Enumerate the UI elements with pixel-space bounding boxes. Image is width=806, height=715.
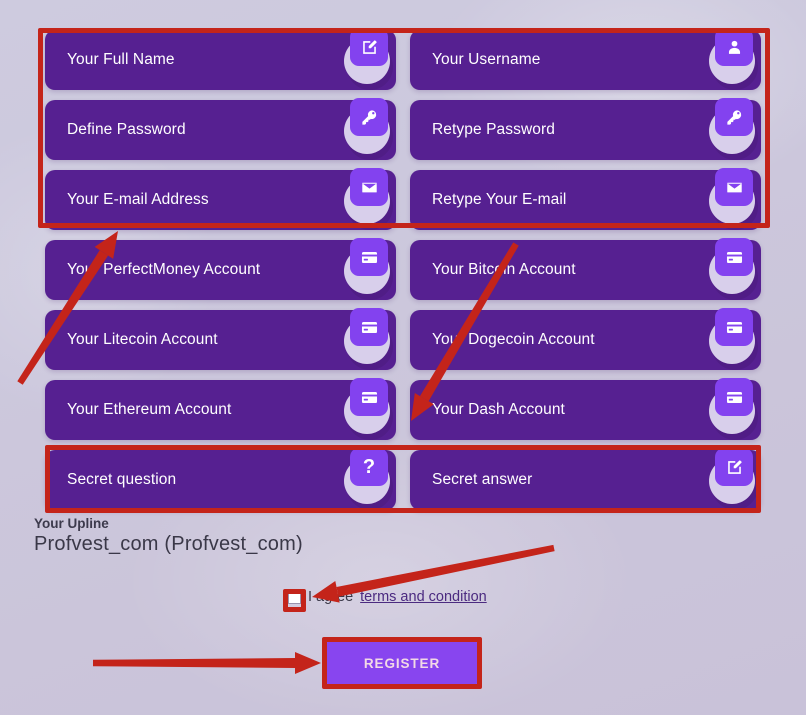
- input-your-username[interactable]: [410, 30, 761, 90]
- input-retype-your-e-mail[interactable]: [410, 170, 761, 230]
- question-mark-icon: ?: [350, 448, 388, 486]
- envelope-icon: [350, 168, 388, 206]
- form-field: [410, 308, 761, 370]
- credit-card-icon: [715, 378, 753, 416]
- form-field: [410, 168, 761, 230]
- register-button[interactable]: REGISTER: [326, 641, 478, 685]
- form-field: [45, 308, 396, 370]
- terms-and-conditions-link[interactable]: terms and condition: [360, 589, 487, 605]
- input-your-full-name[interactable]: [45, 30, 396, 90]
- upline-label: Your Upline: [34, 516, 109, 531]
- input-your-perfectmoney-account[interactable]: [45, 240, 396, 300]
- input-your-dogecoin-account[interactable]: [410, 310, 761, 370]
- envelope-icon: [715, 168, 753, 206]
- form-field: [410, 28, 761, 90]
- edit-icon: [350, 28, 388, 66]
- credit-card-icon: [350, 238, 388, 276]
- form-field: [45, 168, 396, 230]
- input-your-dash-account[interactable]: [410, 380, 761, 440]
- form-field: [410, 378, 761, 440]
- input-your-ethereum-account[interactable]: [45, 380, 396, 440]
- upline-value: Profvest_com (Profvest_com): [34, 533, 303, 555]
- form-row: ?: [45, 448, 761, 510]
- form-row: [45, 98, 761, 160]
- registration-form: ?: [45, 28, 761, 520]
- input-your-e-mail-address[interactable]: [45, 170, 396, 230]
- agree-terms-checkbox[interactable]: [288, 590, 301, 604]
- input-your-litecoin-account[interactable]: [45, 310, 396, 370]
- form-row: [45, 378, 761, 440]
- form-row: [45, 238, 761, 300]
- edit-icon: [715, 448, 753, 486]
- form-field: [410, 238, 761, 300]
- key-icon: [715, 98, 753, 136]
- form-field: [45, 378, 396, 440]
- credit-card-icon: [715, 238, 753, 276]
- terms-agreement-row: I agree terms and condition: [288, 589, 487, 605]
- form-field: [410, 98, 761, 160]
- form-field: ?: [45, 448, 396, 510]
- upline-section: Your Upline Profvest_com (Profvest_com): [34, 516, 303, 556]
- form-field: [45, 98, 396, 160]
- form-field: [45, 238, 396, 300]
- input-your-bitcoin-account[interactable]: [410, 240, 761, 300]
- form-row: [45, 308, 761, 370]
- credit-card-icon: [350, 378, 388, 416]
- form-row: [45, 28, 761, 90]
- key-icon: [350, 98, 388, 136]
- arrow-to-register-button: [93, 652, 321, 674]
- form-field: [45, 28, 396, 90]
- input-secret-question[interactable]: [45, 450, 396, 510]
- credit-card-icon: [350, 308, 388, 346]
- input-retype-password[interactable]: [410, 100, 761, 160]
- user-icon: [715, 28, 753, 66]
- input-define-password[interactable]: [45, 100, 396, 160]
- form-row: [45, 168, 761, 230]
- form-field: [410, 448, 761, 510]
- agree-prefix-label: I agree: [308, 589, 354, 605]
- input-secret-answer[interactable]: [410, 450, 761, 510]
- credit-card-icon: [715, 308, 753, 346]
